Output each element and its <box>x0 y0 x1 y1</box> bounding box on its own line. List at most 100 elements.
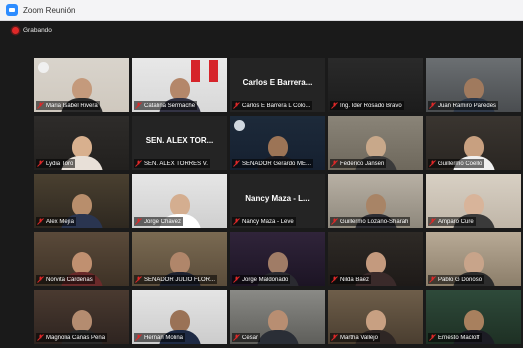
participant-label: Carlos E Barrera L Colo... <box>232 101 313 110</box>
participant-tile[interactable]: Hernán Molina <box>132 290 227 344</box>
mic-muted-icon <box>429 276 436 283</box>
participant-tile[interactable]: Jorge Maldonado <box>230 232 325 286</box>
participant-tile[interactable]: Lydia Toro <box>34 116 129 170</box>
participant-label: Juan Ramiro Paredes <box>428 101 499 110</box>
participant-name: Maria Isabel Rivera <box>46 102 98 109</box>
participant-label: SENADOR JULIO FLOR... <box>134 275 218 284</box>
mic-muted-icon <box>135 218 142 225</box>
mic-muted-icon <box>135 334 142 341</box>
participant-tile[interactable]: Ernesto Macloff <box>426 290 521 344</box>
participant-label: Nilda Báez <box>330 275 372 284</box>
participant-tile[interactable]: Magnolia Cañas Peña <box>34 290 129 344</box>
participant-name: SENADOR Gerardo ME... <box>242 160 312 167</box>
participant-tile[interactable]: Ing. Ider Rosado Bravo <box>328 58 423 112</box>
participant-label: SENADOR Gerardo ME... <box>232 159 314 168</box>
mic-muted-icon <box>135 276 142 283</box>
participant-tile[interactable]: SENADOR JULIO FLOR... <box>132 232 227 286</box>
participant-name: Nilda Báez <box>340 276 370 283</box>
participant-name: SENADOR JULIO FLOR... <box>144 276 216 283</box>
mic-muted-icon <box>331 276 338 283</box>
mic-muted-icon <box>429 160 436 167</box>
window-title: Zoom Reunión <box>23 5 76 15</box>
participant-label: Lydia Toro <box>36 159 76 168</box>
mic-muted-icon <box>37 218 44 225</box>
participant-tile[interactable]: Alex Mejía <box>34 174 129 228</box>
participant-display-name: Nancy Maza - L... <box>245 194 310 203</box>
participant-tile[interactable]: Martha Vallejo <box>328 290 423 344</box>
mic-muted-icon <box>233 160 240 167</box>
mic-muted-icon <box>233 276 240 283</box>
gallery-grid: Maria Isabel Rivera Catalina Sermache Ca… <box>34 58 521 348</box>
mic-muted-icon <box>331 102 338 109</box>
participant-name: Jorge Chavez <box>144 218 182 225</box>
participant-tile[interactable]: Jorge Chavez <box>132 174 227 228</box>
participant-label: Guillermo Coello <box>428 159 485 168</box>
participant-label: Catalina Sermache <box>134 101 198 110</box>
mic-muted-icon <box>233 334 240 341</box>
record-dot-icon <box>12 26 19 34</box>
participant-label: Magnolia Cañas Peña <box>36 333 108 342</box>
participant-tile[interactable]: Nilda Báez <box>328 232 423 286</box>
participant-name: Guillermo Lozano-Sharah <box>340 218 409 225</box>
participant-tile[interactable]: Amparo Cure <box>426 174 521 228</box>
participant-name: Carlos E Barrera L Colo... <box>242 102 311 109</box>
mic-muted-icon <box>429 102 436 109</box>
mic-muted-icon <box>37 160 44 167</box>
participant-name: Federico Jansen <box>340 160 385 167</box>
participant-name: Norvita Cárdenas <box>46 276 93 283</box>
mic-muted-icon <box>429 218 436 225</box>
mic-muted-icon <box>135 102 142 109</box>
participant-label: Jorge Chavez <box>134 217 184 226</box>
participant-tile[interactable]: Carlos E Barrera... Carlos E Barrera L C… <box>230 58 325 112</box>
participant-tile[interactable]: Guillermo Coello <box>426 116 521 170</box>
participant-label: Jorge Maldonado <box>232 275 291 284</box>
mic-muted-icon <box>135 160 142 167</box>
participant-display-name: SEN. ALEX TOR... <box>145 136 214 145</box>
participant-tile[interactable]: Norvita Cárdenas <box>34 232 129 286</box>
mic-muted-icon <box>331 334 338 341</box>
participant-video <box>256 310 299 344</box>
participant-tile[interactable]: Pablo G Donoso <box>426 232 521 286</box>
participant-label: Alex Mejía <box>36 217 77 226</box>
recording-label: Grabando <box>23 26 52 34</box>
participant-name: Catalina Sermache <box>144 102 196 109</box>
participant-tile[interactable]: SENADOR Gerardo ME... <box>230 116 325 170</box>
logo-icon <box>38 62 49 73</box>
participant-name: Ernesto Macloff <box>438 334 480 341</box>
mic-muted-icon <box>331 160 338 167</box>
participant-tile[interactable]: Guillermo Lozano-Sharah <box>328 174 423 228</box>
participant-name: Nancy Maza - Leve <box>242 218 294 225</box>
participant-name: Pablo G Donoso <box>438 276 483 283</box>
participant-label: Pablo G Donoso <box>428 275 485 284</box>
window-titlebar: Zoom Reunión <box>0 0 523 21</box>
participant-label: Federico Jansen <box>330 159 387 168</box>
zoom-logo-icon <box>6 4 18 16</box>
recording-indicator[interactable]: Grabando <box>0 21 523 39</box>
mic-muted-icon <box>331 218 338 225</box>
participant-name: Amparo Cure <box>438 218 474 225</box>
participant-label: Amparo Cure <box>428 217 476 226</box>
participant-name: Magnolia Cañas Peña <box>46 334 106 341</box>
mic-muted-icon <box>429 334 436 341</box>
participant-label: Norvita Cárdenas <box>36 275 95 284</box>
participant-tile[interactable]: Cesar <box>230 290 325 344</box>
participant-name: Ing. Ider Rosado Bravo <box>340 102 402 109</box>
participant-label: SEN. ALEX TORRES V. <box>134 159 210 168</box>
participant-label: Hernán Molina <box>134 333 186 342</box>
mic-muted-icon <box>37 276 44 283</box>
participant-name: Jorge Maldonado <box>242 276 289 283</box>
participant-tile[interactable]: SEN. ALEX TOR... SEN. ALEX TORRES V. <box>132 116 227 170</box>
participant-tile[interactable]: Catalina Sermache <box>132 58 227 112</box>
participant-tile[interactable]: Maria Isabel Rivera <box>34 58 129 112</box>
mic-muted-icon <box>233 102 240 109</box>
participant-tile-active-speaker[interactable]: Juan Ramiro Paredes <box>426 58 521 112</box>
participant-label: Ernesto Macloff <box>428 333 482 342</box>
participant-name: Guillermo Coello <box>438 160 483 167</box>
mic-muted-icon <box>37 102 44 109</box>
participant-label: Cesar <box>232 333 261 342</box>
participant-tile[interactable]: Federico Jansen <box>328 116 423 170</box>
participant-label: Guillermo Lozano-Sharah <box>330 217 411 226</box>
participant-name: Cesar <box>242 334 259 341</box>
mic-muted-icon <box>233 218 240 225</box>
participant-tile[interactable]: Nancy Maza - L... Nancy Maza - Leve <box>230 174 325 228</box>
